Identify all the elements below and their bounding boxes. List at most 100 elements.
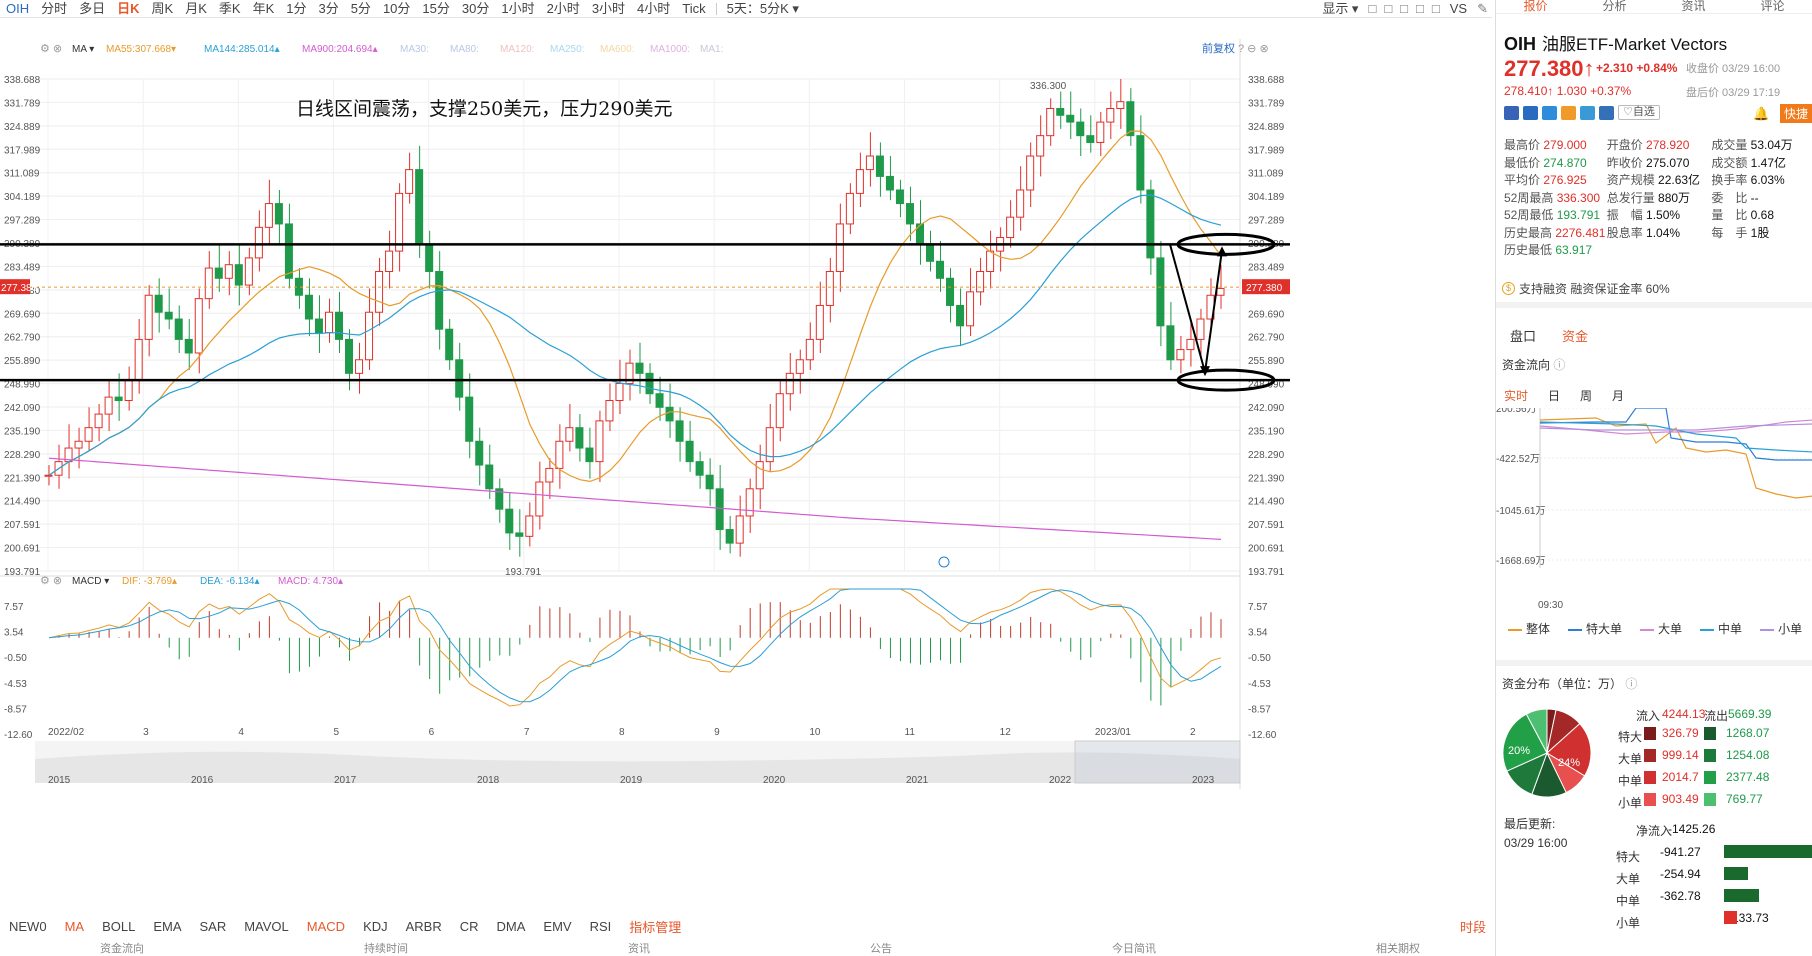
candle-body <box>204 267 213 300</box>
pen-icon[interactable]: □ <box>1412 1 1428 16</box>
candle-body <box>665 406 674 422</box>
indicator-tab-mavol[interactable]: MAVOL <box>235 919 298 934</box>
watchlist-button[interactable]: ♡自选 <box>1618 105 1660 120</box>
candle-body <box>936 260 945 279</box>
indicator-tab-boll[interactable]: BOLL <box>93 919 144 934</box>
square-icon[interactable]: □ <box>1380 1 1396 16</box>
period-7[interactable]: 1分 <box>280 0 312 18</box>
tab-orderbook[interactable]: 盘口 <box>1510 326 1536 345</box>
expand-icon[interactable]: □ <box>1428 1 1444 16</box>
vs-button[interactable]: VS <box>1444 0 1473 18</box>
tab-analysis[interactable]: 分析 <box>1575 0 1654 13</box>
period-6[interactable]: 年K <box>247 0 281 18</box>
period-4[interactable]: 月K <box>179 0 213 18</box>
tab-comments[interactable]: 评论 <box>1733 0 1812 13</box>
candle-body <box>555 440 564 469</box>
indicator-tab-cr[interactable]: CR <box>451 919 488 934</box>
chat-badge-icon <box>1561 105 1576 120</box>
indicator-tab-ma[interactable]: MA <box>56 919 94 934</box>
ma-legend-item: MA1000: <box>650 44 690 55</box>
indicator-tab-macd[interactable]: MACD <box>298 919 354 934</box>
footer-label[interactable]: 资金流向 <box>100 940 144 956</box>
period-14[interactable]: 2小时 <box>541 0 586 18</box>
gear-icon[interactable]: □ <box>1364 1 1380 16</box>
net-row-name: 特大 <box>1616 850 1641 864</box>
display-menu[interactable]: 显示 ▾ <box>1316 0 1364 18</box>
doc-badge-icon <box>1599 105 1614 120</box>
period-15[interactable]: 3小时 <box>586 0 631 18</box>
indicator-name[interactable]: MA ▾ <box>72 44 94 55</box>
period-17[interactable]: Tick <box>676 0 711 18</box>
period-9[interactable]: 5分 <box>345 0 377 18</box>
footer-label[interactable]: 持续时间 <box>364 940 408 956</box>
candle-body <box>645 372 654 395</box>
flow-tab-week[interactable]: 周 <box>1580 387 1592 404</box>
overview-window[interactable] <box>1074 740 1241 784</box>
flow-tab-month[interactable]: 月 <box>1612 387 1624 404</box>
period-16[interactable]: 4小时 <box>631 0 676 18</box>
period-13[interactable]: 1小时 <box>495 0 540 18</box>
footer-label[interactable]: 相关期权 <box>1376 940 1420 956</box>
indicator-tab-ema[interactable]: EMA <box>144 919 190 934</box>
period-3[interactable]: 周K <box>146 0 180 18</box>
indicator-tab-dma[interactable]: DMA <box>488 919 535 934</box>
period-11[interactable]: 15分 <box>416 0 455 18</box>
footer-label[interactable]: 资讯 <box>628 940 650 956</box>
candle-body <box>976 270 985 293</box>
price-tick-left: 242.090 <box>4 403 41 414</box>
range-select[interactable]: 5天：5分K ▾ <box>721 0 805 18</box>
adjust-toggle[interactable]: 前复权 <box>1202 41 1235 55</box>
annotation-text: 日线区间震荡，支撑250美元，压力290美元 <box>296 98 673 120</box>
candle-body <box>1016 189 1025 218</box>
footer-label[interactable]: 公告 <box>870 940 892 956</box>
indicator-tab-rsi[interactable]: RSI <box>581 919 621 934</box>
indicator-tab-kdj[interactable]: KDJ <box>354 919 397 934</box>
timing-button[interactable]: 时段 <box>1460 917 1492 936</box>
indicator-tab-sar[interactable]: SAR <box>190 919 235 934</box>
outflow-swatch <box>1704 749 1716 762</box>
indicator-tab-指标管理[interactable]: 指标管理 <box>620 917 690 936</box>
tab-capital[interactable]: 资金 <box>1562 326 1588 345</box>
period-0[interactable]: 分时 <box>35 0 73 18</box>
date-tick: 7 <box>524 727 530 738</box>
tab-news[interactable]: 资讯 <box>1654 0 1733 13</box>
stat-value: 276.925 <box>1543 173 1587 188</box>
flow-legend-item: 大单 <box>1640 620 1682 637</box>
settings-icon[interactable]: ⚙ ⊗ <box>40 43 62 55</box>
pie-label-in: 20% <box>1508 745 1530 757</box>
period-1[interactable]: 多日 <box>73 0 111 18</box>
period-2[interactable]: 日K <box>111 0 145 18</box>
indicator-tab-arbr[interactable]: ARBR <box>397 919 451 934</box>
bell-icon[interactable]: 🔔 <box>1753 106 1769 122</box>
period-12[interactable]: 30分 <box>456 0 495 18</box>
dist-row-out: 2377.48 <box>1726 770 1770 784</box>
stat-value: 275.070 <box>1646 155 1690 170</box>
draw-icon[interactable]: ✎ <box>1473 1 1492 17</box>
legend-swatch <box>1508 628 1522 631</box>
price-tick-left: 283.489 <box>4 262 41 273</box>
candle-body <box>865 155 874 171</box>
camera-icon[interactable]: □ <box>1396 1 1412 16</box>
period-5[interactable]: 季K <box>213 0 247 18</box>
candle-body <box>635 362 644 374</box>
flow-tab-realtime[interactable]: 实时 <box>1504 387 1528 404</box>
price-chart[interactable]: 338.688 338.688 331.789 331.789 324.889 324.8… <box>0 19 1492 914</box>
period-10[interactable]: 10分 <box>377 0 416 18</box>
chart-controls-icon[interactable]: ? ⊖ ⊗ <box>1238 43 1269 55</box>
quick-trade-button[interactable]: 快捷 <box>1779 104 1812 123</box>
macd-name[interactable]: MACD ▾ <box>72 576 109 587</box>
info-icon[interactable]: ⓘ <box>1553 358 1565 372</box>
macd-settings-icon[interactable]: ⚙ ⊗ <box>40 575 62 587</box>
toolbar-symbol[interactable]: OIH <box>0 0 35 18</box>
info-icon[interactable]: ⓘ <box>1625 677 1637 691</box>
stat-label: 历史最低 <box>1504 243 1556 258</box>
footer-label[interactable]: 今日简讯 <box>1112 940 1156 956</box>
period-8[interactable]: 3分 <box>312 0 344 18</box>
candle-body <box>855 169 864 194</box>
tab-quote[interactable]: 报价 <box>1496 0 1575 13</box>
flow-tab-day[interactable]: 日 <box>1548 387 1560 404</box>
indicator-tab-emv[interactable]: EMV <box>534 919 580 934</box>
indicator-tab-new0[interactable]: NEW0 <box>0 919 56 934</box>
price-tick-left: 235.190 <box>4 426 41 437</box>
flow-legend-item: 中单 <box>1700 620 1742 637</box>
